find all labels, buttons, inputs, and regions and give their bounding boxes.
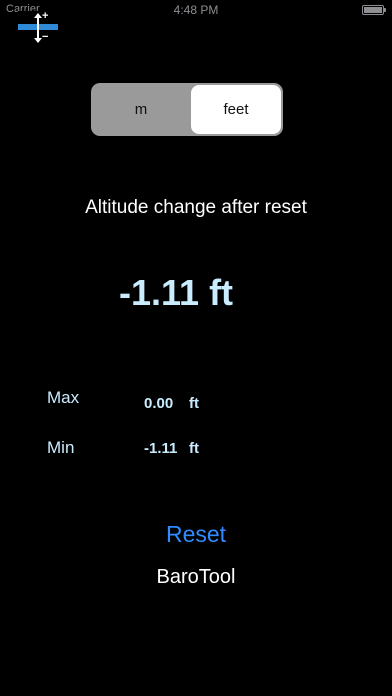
unit-segmented-control[interactable]: m feet <box>91 83 283 136</box>
status-bar: Carrier 4:48 PM <box>0 0 392 22</box>
battery-icon <box>362 5 386 15</box>
max-unit: ft <box>189 395 199 412</box>
max-label: Max <box>47 388 80 407</box>
min-unit: ft <box>189 440 199 457</box>
arrow-up-icon <box>34 13 42 18</box>
altitude-change-value: -1.11 ft <box>119 272 234 313</box>
min-value: -1.11 <box>144 440 178 457</box>
app-name-label: BaroTool <box>156 566 236 588</box>
plus-icon: + <box>42 10 49 22</box>
unit-option-feet[interactable]: feet <box>191 85 281 134</box>
arrow-down-icon <box>34 38 42 43</box>
min-label: Min <box>47 438 75 457</box>
reset-button[interactable]: Reset <box>0 521 392 548</box>
status-time: 4:48 PM <box>173 3 219 17</box>
battery-fill <box>364 7 382 13</box>
barometer-altitude-icon: + − <box>18 10 58 45</box>
max-value: 0.00 <box>144 395 174 412</box>
minus-icon: − <box>42 31 49 43</box>
unit-option-meters[interactable]: m <box>93 85 189 134</box>
altitude-change-title: Altitude change after reset <box>85 197 307 218</box>
